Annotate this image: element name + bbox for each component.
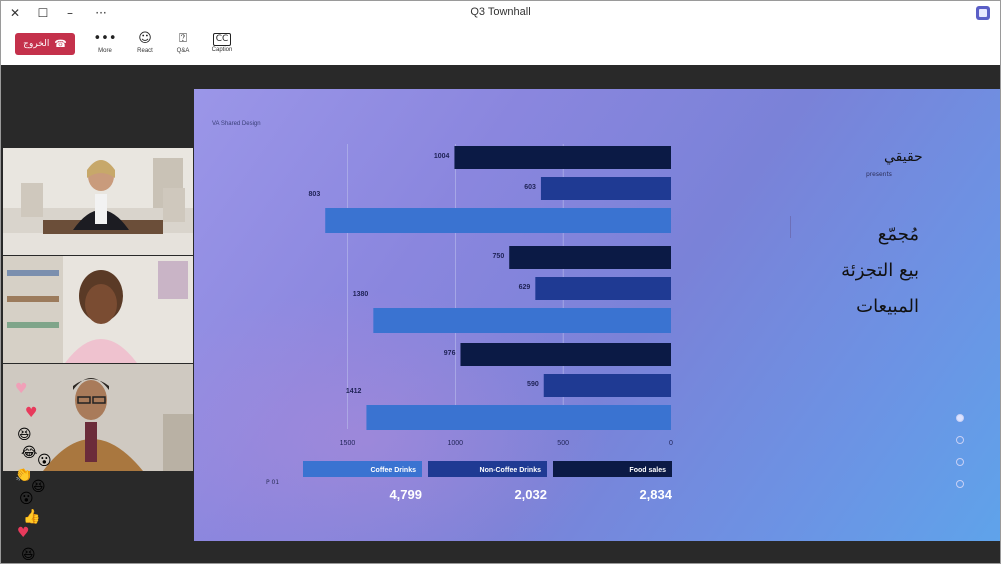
- meeting-stage: ♥ ♥ 😆 😂 😮 👏 😆 😮 👍 ♥ 😆 VA Shared Design ح…: [1, 65, 1000, 563]
- laugh-reaction-icon: 😮: [37, 453, 52, 469]
- series-total: 2,834: [639, 487, 672, 502]
- x-tick-label: 1500: [340, 440, 356, 447]
- title-bar: ✕ ☐ – ··· Q3 Townhall: [1, 1, 1000, 25]
- bar: [543, 374, 671, 397]
- x-tick-label: 500: [557, 440, 569, 447]
- more-button[interactable]: ••• More: [90, 31, 120, 54]
- bar: [373, 308, 671, 333]
- bar-value-label: 976: [444, 350, 456, 357]
- ellipsis-icon: •••: [93, 31, 117, 46]
- legend-label: Food sales: [629, 467, 666, 474]
- participant-2-image: [3, 256, 193, 363]
- heart-reaction-icon: ♥: [17, 525, 30, 541]
- surprised-reaction-icon: 😮: [19, 491, 34, 507]
- clap-reaction-icon: 👏: [15, 467, 33, 483]
- series-total: 4,799: [389, 487, 422, 502]
- x-tick-label: 1000: [448, 440, 464, 447]
- series-total: 2,032: [514, 487, 547, 502]
- app-window: ✕ ☐ – ··· Q3 Townhall الخروج ☎ ••• More …: [0, 0, 1001, 564]
- participant-video-2[interactable]: [3, 256, 193, 363]
- heart-reaction-icon: ♥: [25, 405, 38, 421]
- leave-label: الخروج: [23, 39, 50, 49]
- sales-bar-chart: 0 500 1000 1500 1004 603 803 750 629 1380 976 590 14…: [303, 144, 673, 502]
- bar: [325, 208, 671, 233]
- phone-hangup-icon: ☎: [54, 38, 67, 50]
- react-button[interactable]: ☺ React: [130, 31, 160, 54]
- caption-label: Caption: [211, 47, 233, 53]
- meeting-toolbar: الخروج ☎ ••• More ☺ React ⍰ Q&A CC Capti…: [1, 25, 1000, 65]
- bar-value-label: 750: [493, 253, 505, 260]
- laugh-reaction-icon: 😆: [21, 547, 36, 563]
- react-label: React: [137, 48, 153, 54]
- slide-dot-4[interactable]: [956, 480, 964, 488]
- window-title: Q3 Townhall: [470, 6, 531, 18]
- like-reaction-icon: 👍: [23, 509, 41, 525]
- bar: [540, 177, 671, 200]
- bar: [460, 343, 671, 366]
- slide-dot-2[interactable]: [956, 436, 964, 444]
- x-tick-label: 0: [669, 440, 673, 447]
- legend-label: Non-Coffee Drinks: [480, 467, 542, 474]
- teams-logo-icon: [976, 6, 990, 20]
- bar: [509, 246, 671, 269]
- bar-value-label: 1380: [353, 291, 369, 298]
- laugh-reaction-icon: 😂: [21, 445, 38, 461]
- question-bubble-icon: ⍰: [179, 31, 187, 46]
- more-label: More: [98, 48, 112, 54]
- slide-page-number: P 01: [266, 479, 280, 486]
- participant-video-1[interactable]: [3, 148, 193, 255]
- bar-value-label: 1412: [346, 388, 362, 395]
- live-reactions: ♥ ♥ 😆 😂 😮 👏 😆 😮 👍 ♥ 😆: [13, 380, 63, 563]
- slide-dot-3[interactable]: [956, 458, 964, 466]
- legend-label: Coffee Drinks: [370, 467, 416, 474]
- bar-value-label: 590: [527, 381, 539, 388]
- bar-value-label: 803: [309, 191, 321, 198]
- bar: [366, 405, 671, 430]
- leave-button[interactable]: الخروج ☎: [15, 33, 75, 55]
- shared-presentation-slide[interactable]: VA Shared Design حقيقي presents مُجمّع ب…: [194, 89, 1000, 541]
- closed-caption-icon: CC: [213, 33, 231, 46]
- laugh-reaction-icon: 😆: [17, 427, 32, 443]
- bar: [454, 146, 671, 169]
- bar: [535, 277, 671, 300]
- bar-value-label: 629: [519, 284, 531, 291]
- heart-reaction-icon: ♥: [15, 381, 28, 397]
- caption-button[interactable]: CC Caption: [207, 31, 237, 53]
- slide-dot-1[interactable]: [956, 414, 964, 422]
- smiley-icon: ☺: [138, 31, 152, 46]
- bar-value-label: 603: [524, 184, 536, 191]
- bar-value-label: 1004: [434, 153, 450, 160]
- qa-label: Q&A: [176, 48, 190, 54]
- participant-1-image: [3, 148, 193, 255]
- qa-button[interactable]: ⍰ Q&A: [168, 31, 198, 54]
